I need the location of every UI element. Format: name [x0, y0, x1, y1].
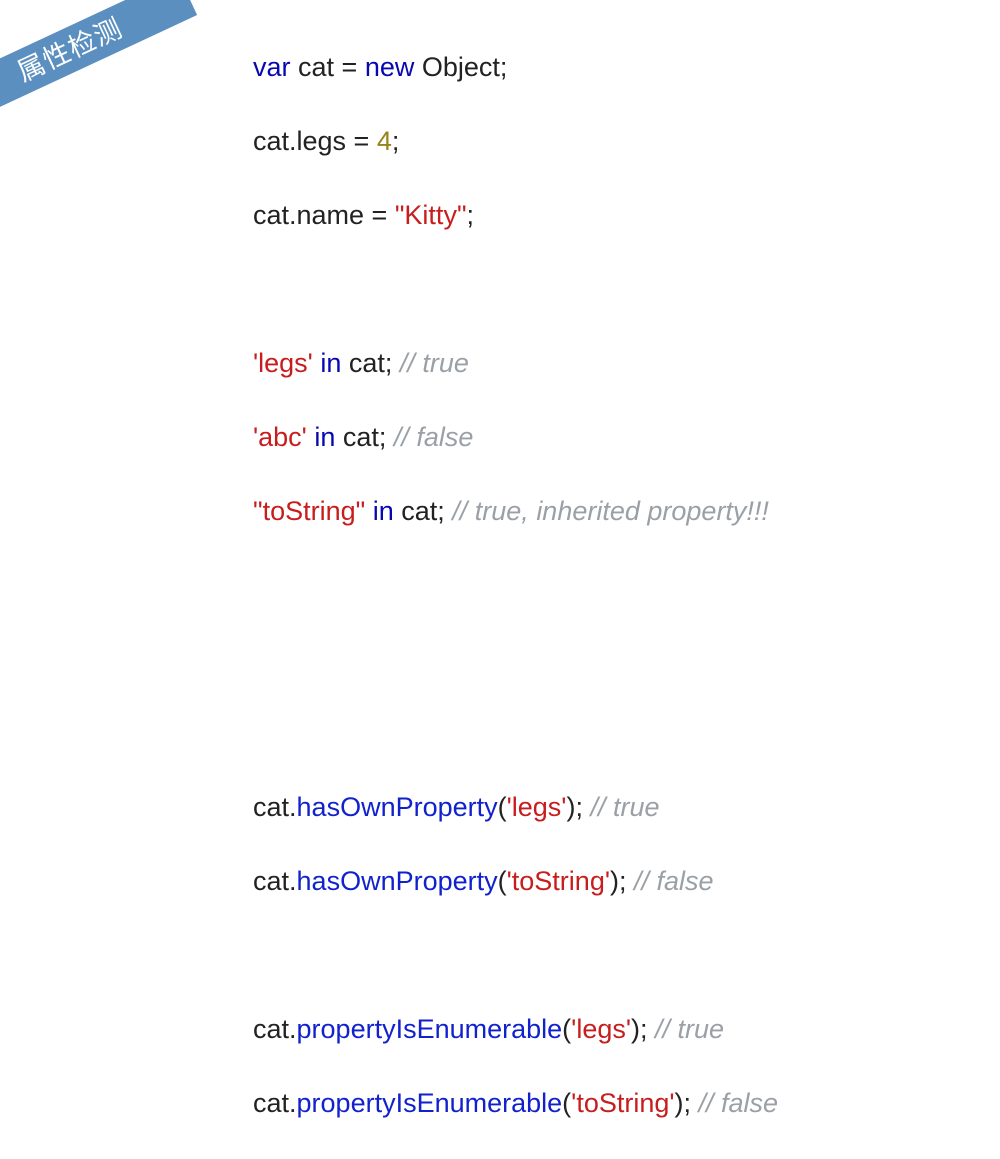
code-text: cat;: [341, 348, 400, 378]
blank-line: [253, 567, 778, 604]
code-text: (: [562, 1014, 571, 1044]
keyword: new: [365, 52, 415, 82]
string-literal: 'legs': [253, 348, 313, 378]
number-literal: 4: [377, 126, 392, 156]
code-text: cat;: [335, 422, 394, 452]
code-text: ;: [467, 200, 475, 230]
code-line: cat.propertyIsEnumerable('legs'); // tru…: [253, 1011, 778, 1048]
string-literal: "Kitty": [395, 200, 467, 230]
code-line: cat.propertyIsEnumerable('toString'); //…: [253, 1085, 778, 1122]
ribbon-banner: 属性检测: [0, 0, 197, 125]
keyword: var: [253, 52, 291, 82]
code-text: (: [498, 792, 507, 822]
code-text: cat.: [253, 1088, 297, 1118]
code-text: cat.legs =: [253, 126, 377, 156]
code-line: 'legs' in cat; // true: [253, 345, 778, 382]
comment: // false: [699, 1088, 779, 1118]
code-text: cat.name =: [253, 200, 395, 230]
string-literal: "toString": [253, 496, 365, 526]
code-line: cat.hasOwnProperty('legs'); // true: [253, 789, 778, 826]
code-line: cat.hasOwnProperty('toString'); // false: [253, 863, 778, 900]
code-line: cat.name = "Kitty";: [253, 197, 778, 234]
code-line: 'abc' in cat; // false: [253, 419, 778, 456]
code-text: cat;: [394, 496, 453, 526]
code-block: var cat = new Object; cat.legs = 4; cat.…: [253, 12, 778, 1159]
method-name: hasOwnProperty: [297, 792, 498, 822]
code-text: cat.: [253, 1014, 297, 1044]
code-text: cat.: [253, 792, 297, 822]
comment: // false: [634, 866, 714, 896]
code-text: [365, 496, 373, 526]
code-text: (: [498, 866, 507, 896]
code-line: var cat = new Object;: [253, 49, 778, 86]
blank-line: [253, 715, 778, 752]
string-literal: 'toString': [571, 1088, 674, 1118]
keyword: in: [373, 496, 394, 526]
code-text: );: [631, 1014, 655, 1044]
code-text: );: [675, 1088, 699, 1118]
method-name: propertyIsEnumerable: [297, 1088, 563, 1118]
keyword: in: [314, 422, 335, 452]
comment: // true: [590, 792, 659, 822]
code-line: "toString" in cat; // true, inherited pr…: [253, 493, 778, 530]
blank-line: [253, 937, 778, 974]
method-name: propertyIsEnumerable: [297, 1014, 563, 1044]
string-literal: 'toString': [507, 866, 610, 896]
code-text: );: [610, 866, 634, 896]
string-literal: 'legs': [571, 1014, 631, 1044]
blank-line: [253, 641, 778, 678]
code-text: );: [566, 792, 590, 822]
code-text: Object;: [414, 52, 507, 82]
code-text: (: [562, 1088, 571, 1118]
code-line: cat.legs = 4;: [253, 123, 778, 160]
code-text: cat =: [291, 52, 365, 82]
comment: // false: [394, 422, 474, 452]
comment: // true: [400, 348, 469, 378]
ribbon-label: 属性检测: [13, 13, 127, 88]
method-name: hasOwnProperty: [297, 866, 498, 896]
string-literal: 'legs': [507, 792, 567, 822]
blank-line: [253, 271, 778, 308]
comment: // true, inherited property!!!: [452, 496, 769, 526]
keyword: in: [320, 348, 341, 378]
code-text: cat.: [253, 866, 297, 896]
string-literal: 'abc': [253, 422, 307, 452]
comment: // true: [655, 1014, 724, 1044]
code-text: ;: [392, 126, 400, 156]
